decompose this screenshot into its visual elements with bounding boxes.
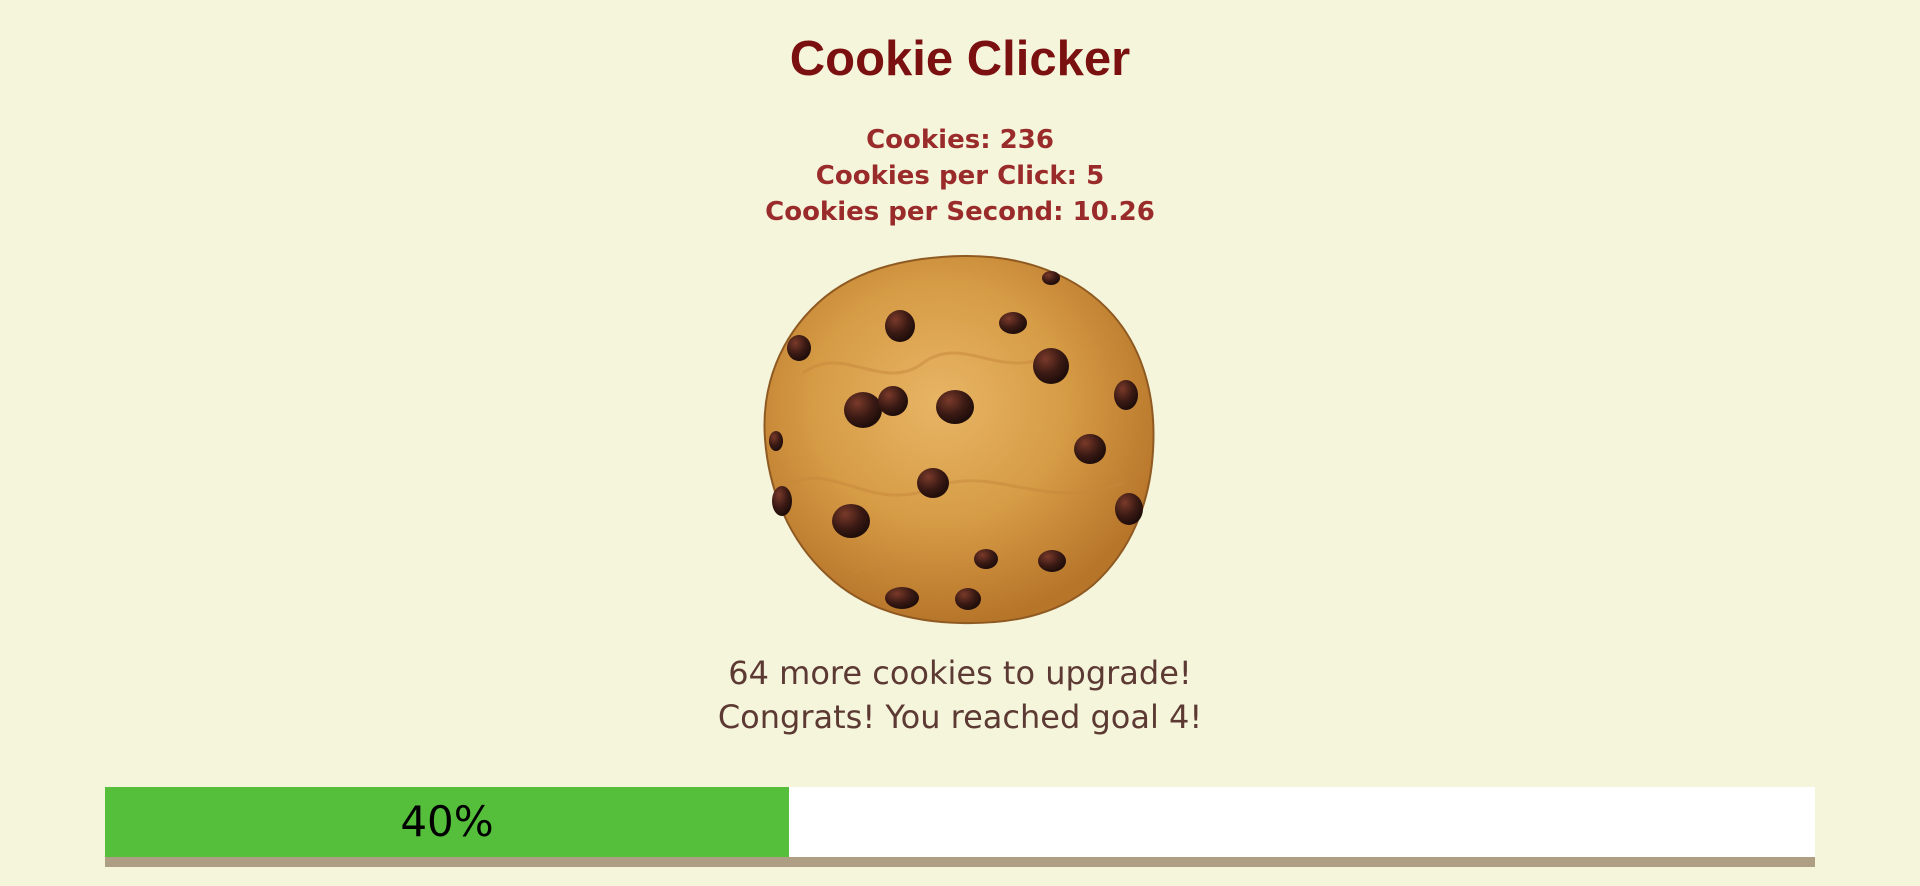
cookie-icon: [763, 254, 1155, 625]
progress-label: 40%: [400, 797, 494, 846]
game-title: Cookie Clicker: [789, 32, 1131, 86]
upgrade-message: 64 more cookies to upgrade!: [728, 654, 1192, 692]
cookies-per-second: Cookies per Second: 10.26: [765, 197, 1155, 227]
cookie-button[interactable]: [763, 253, 1158, 625]
stats-panel: Cookies: 236 Cookies per Click: 5 Cookie…: [0, 122, 1920, 230]
progress-bar: 40%: [105, 787, 1815, 867]
goal-message: Congrats! You reached goal 4!: [717, 698, 1203, 736]
message-panel: 64 more cookies to upgrade! Congrats! Yo…: [0, 651, 1920, 739]
cookie-count: Cookies: 236: [866, 125, 1054, 155]
cookies-per-click: Cookies per Click: 5: [815, 161, 1105, 191]
